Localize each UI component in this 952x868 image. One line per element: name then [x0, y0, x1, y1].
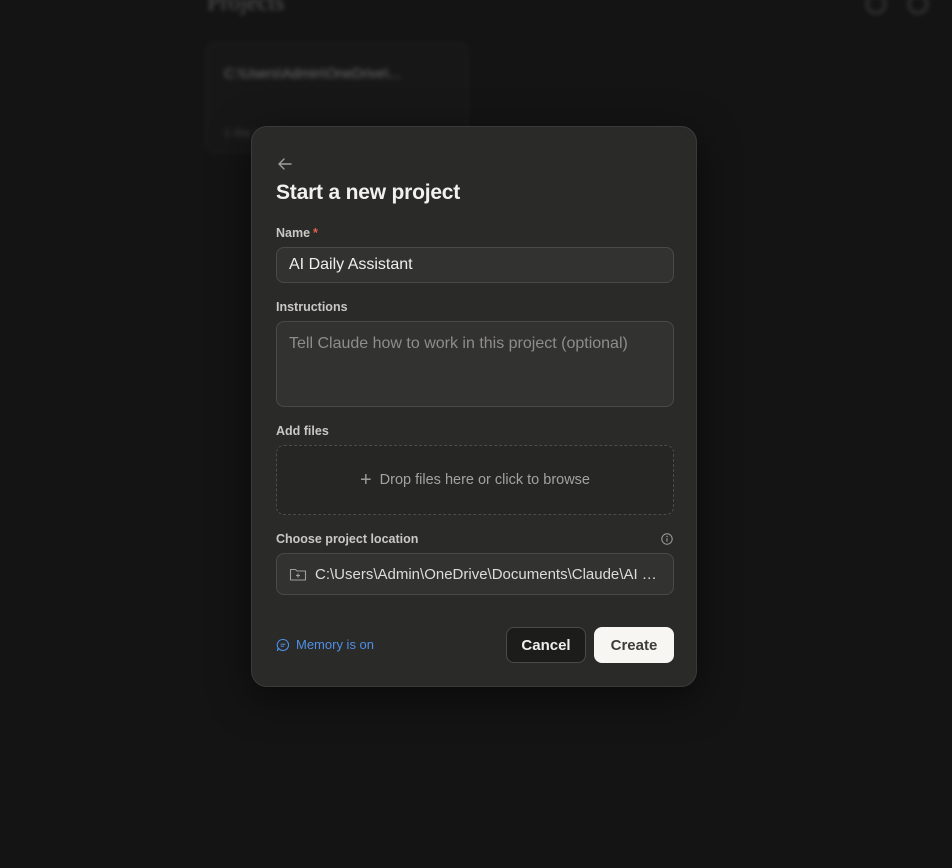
- required-marker: *: [313, 226, 318, 240]
- add-files-label: Add files: [276, 424, 329, 438]
- plus-icon: +: [359, 469, 372, 491]
- folder-plus-icon: [289, 568, 307, 581]
- background-sort-icon: [866, 0, 886, 14]
- info-icon[interactable]: [661, 533, 673, 545]
- dropzone-text: Drop files here or click to browse: [379, 472, 590, 488]
- create-button[interactable]: Create: [594, 627, 674, 663]
- back-button[interactable]: [276, 155, 294, 173]
- memory-icon: [276, 638, 290, 651]
- instructions-input[interactable]: [276, 321, 674, 407]
- memory-status-label: Memory is on: [296, 637, 375, 652]
- location-path: C:\Users\Admin\OneDrive\Documents\Claude…: [315, 565, 661, 583]
- project-location-picker[interactable]: C:\Users\Admin\OneDrive\Documents\Claude…: [276, 553, 674, 595]
- arrow-left-icon: [278, 158, 292, 170]
- instructions-label: Instructions: [276, 300, 348, 314]
- background-page-title: Projects: [207, 0, 285, 16]
- new-project-dialog: Start a new project Name* Instructions A…: [251, 126, 697, 687]
- project-name-input[interactable]: [276, 247, 674, 283]
- file-dropzone[interactable]: + Drop files here or click to browse: [276, 445, 674, 515]
- cancel-button[interactable]: Cancel: [506, 627, 586, 663]
- name-label: Name *: [276, 226, 318, 240]
- background-card-title: C:\Users\Admin\OneDrive\...: [224, 65, 401, 81]
- location-label: Choose project location: [276, 532, 419, 546]
- memory-toggle[interactable]: Memory is on: [276, 637, 374, 652]
- name-label-text: Name: [276, 226, 311, 240]
- dialog-title: Start a new project: [276, 181, 461, 204]
- background-search-icon: [908, 0, 928, 14]
